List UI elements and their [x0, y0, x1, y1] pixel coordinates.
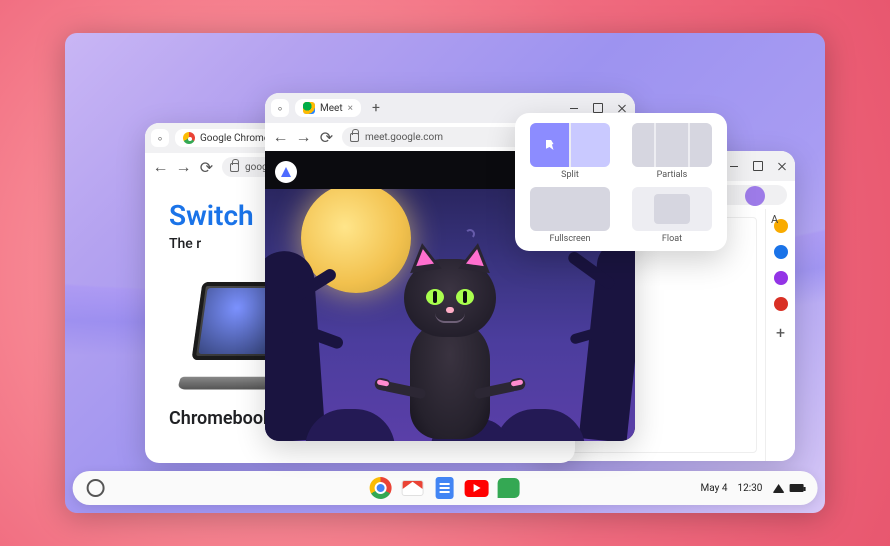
tasks-icon[interactable]: [774, 245, 788, 259]
docs-window-controls: [727, 159, 789, 173]
status-time: 12:30: [737, 483, 762, 494]
forward-icon[interactable]: →: [176, 160, 191, 175]
snap-option-split[interactable]: Split: [527, 123, 613, 181]
meet-url: meet.google.com: [365, 132, 443, 143]
shelf-app-gmail[interactable]: [401, 476, 425, 500]
snap-label: Fullscreen: [549, 234, 590, 244]
maximize-button[interactable]: [751, 159, 765, 173]
meet-tab[interactable]: Meet ×: [295, 99, 361, 117]
side-panel: +: [765, 209, 795, 461]
snap-option-float[interactable]: Float: [629, 187, 715, 245]
messages-icon: [498, 478, 520, 498]
tab-home-icon[interactable]: ◦: [151, 129, 169, 147]
tree-left: [265, 249, 326, 441]
snap-option-fullscreen[interactable]: Fullscreen: [527, 187, 613, 245]
fullscreen-preview-icon: [530, 187, 610, 231]
chrome-favicon-icon: [183, 132, 195, 144]
snap-layout-popover: Split Partials Fullscreen Float: [515, 113, 727, 251]
tab-home-icon[interactable]: ◦: [271, 99, 289, 117]
forward-icon[interactable]: →: [296, 130, 311, 145]
shelf-app-docs[interactable]: [433, 476, 457, 500]
shelf-app-messages[interactable]: [497, 476, 521, 500]
docs-icon: [436, 477, 454, 499]
swirl-icon: [465, 229, 475, 239]
youtube-icon: [465, 480, 489, 497]
float-preview-icon: [632, 187, 712, 231]
meet-favicon-icon: [303, 102, 315, 114]
split-preview-icon: [530, 123, 610, 167]
maps-icon[interactable]: [774, 297, 788, 311]
shelf-apps: [369, 476, 521, 500]
close-icon[interactable]: [775, 159, 789, 173]
battery-icon: [789, 484, 803, 492]
account-avatar[interactable]: [745, 186, 765, 206]
partials-preview-icon: [632, 123, 712, 167]
snap-label: Split: [561, 170, 579, 180]
launcher-icon[interactable]: [87, 479, 105, 497]
status-icons: [772, 484, 803, 493]
shelf-app-youtube[interactable]: [465, 476, 489, 500]
cat-character: [380, 259, 520, 439]
minimize-button[interactable]: [727, 159, 741, 173]
desktop: ◦ Untitled document ← ⟳ docs.google.com …: [65, 33, 825, 513]
format-text-icon[interactable]: A: [771, 213, 787, 229]
meet-tab-title: Meet: [320, 103, 343, 114]
reload-icon[interactable]: ⟳: [199, 160, 214, 175]
addons-plus-icon[interactable]: +: [776, 323, 785, 342]
lock-icon: [350, 133, 359, 142]
tab-close-icon[interactable]: ×: [348, 103, 353, 114]
status-area[interactable]: May 4 12:30: [701, 483, 804, 494]
reload-icon[interactable]: ⟳: [319, 130, 334, 145]
contacts-icon[interactable]: [774, 271, 788, 285]
chrome-icon: [370, 477, 392, 499]
lock-icon: [230, 163, 239, 172]
shelf-app-chrome[interactable]: [369, 476, 393, 500]
back-icon[interactable]: ←: [273, 130, 288, 145]
snap-label: Partials: [657, 170, 688, 180]
snap-label: Float: [662, 234, 682, 244]
back-icon[interactable]: ←: [153, 160, 168, 175]
self-view-badge-icon[interactable]: [275, 161, 297, 183]
status-date: May 4: [701, 483, 728, 494]
shelf: May 4 12:30: [73, 471, 818, 505]
snap-option-partials[interactable]: Partials: [629, 123, 715, 181]
tree-right: [579, 239, 635, 441]
gmail-icon: [402, 480, 424, 496]
wifi-icon: [772, 484, 784, 493]
new-tab-button[interactable]: +: [367, 99, 385, 117]
